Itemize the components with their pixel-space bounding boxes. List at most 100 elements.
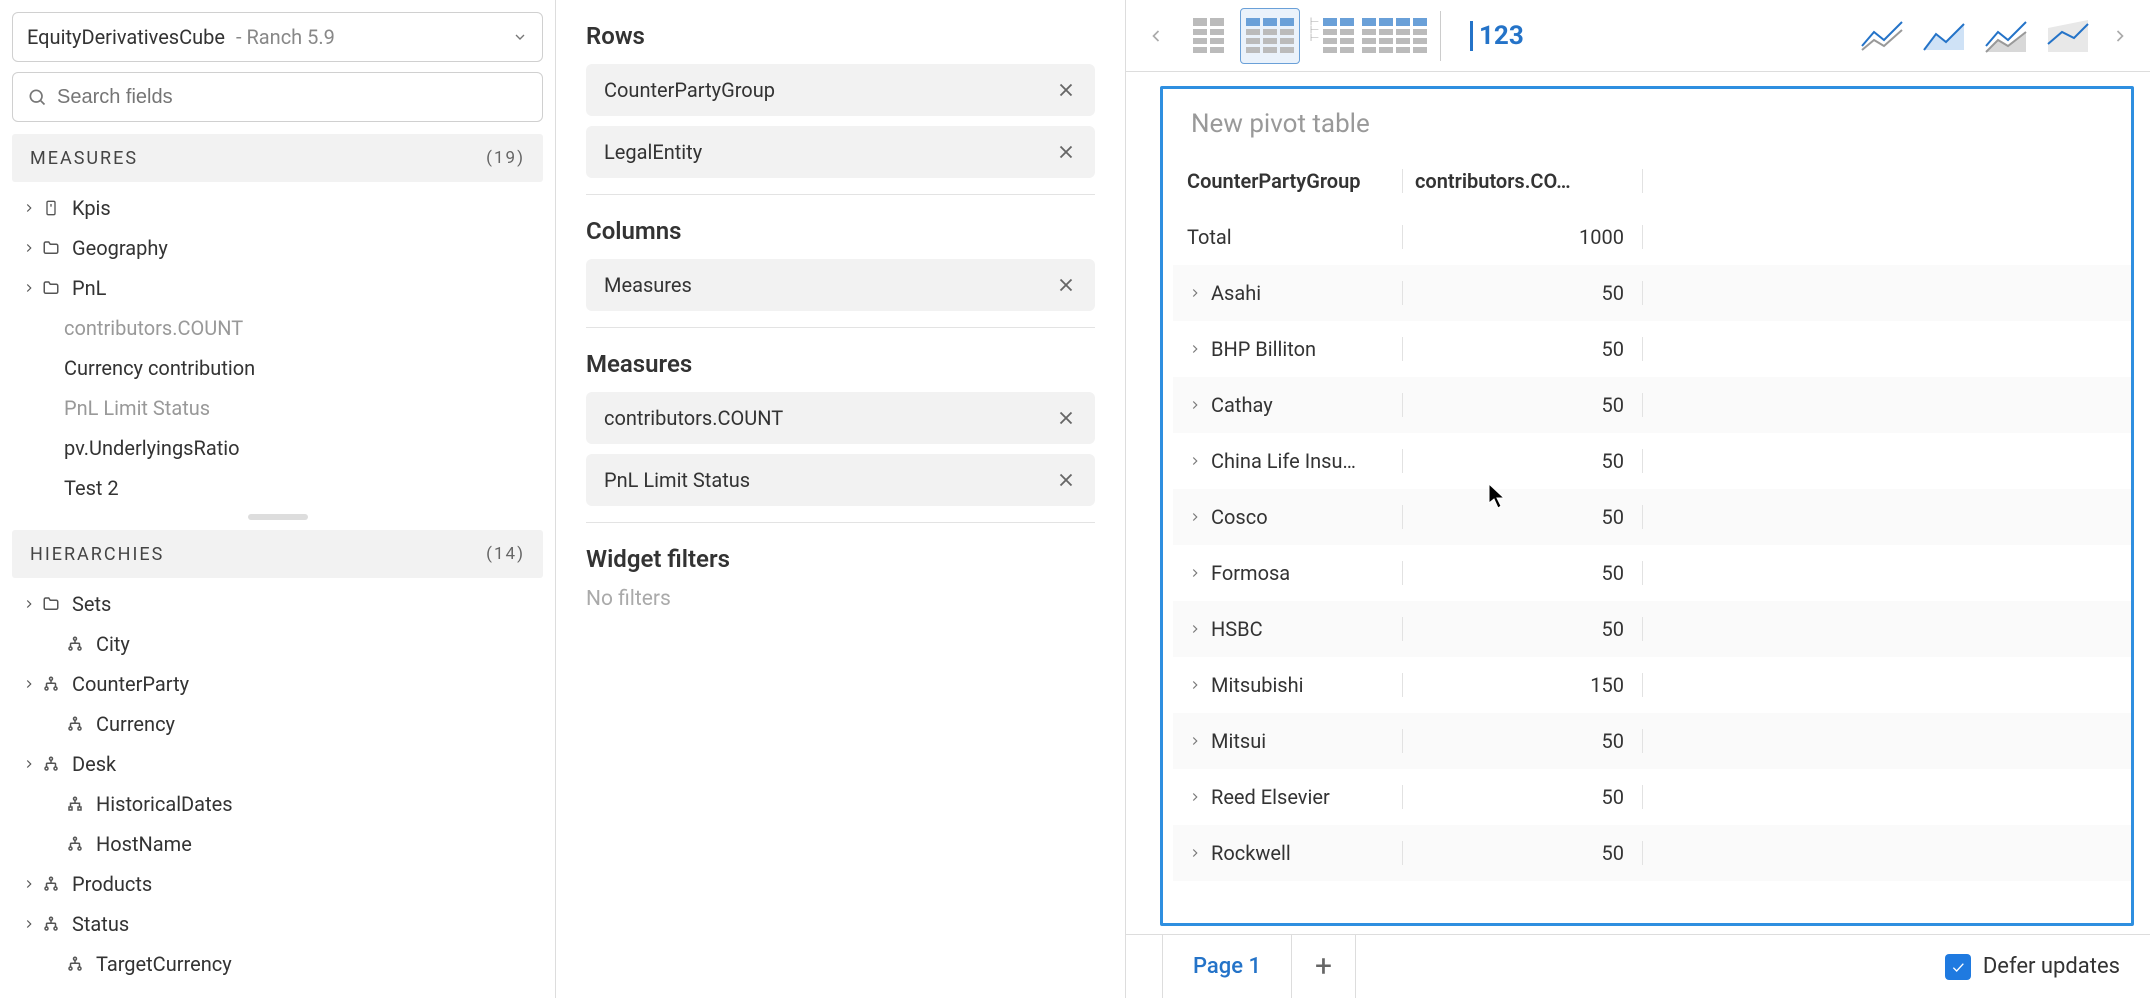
expand-row-icon[interactable] [1187,622,1203,636]
pivot-table: CounterPartyGroup contributors.CO… Total… [1163,153,2131,881]
expand-row-icon[interactable] [1187,790,1203,804]
pivot-card[interactable]: New pivot table CounterPartyGroup contri… [1160,86,2134,926]
expand-caret-icon[interactable] [22,872,40,896]
rows-chip[interactable]: CounterPartyGroup [586,64,1095,116]
pivot-data-row[interactable]: BHP Billiton50 [1173,321,2131,377]
viz-combo-chart[interactable] [2038,8,2098,64]
expand-caret-icon[interactable] [22,592,40,616]
toolbar-next[interactable] [2100,6,2140,66]
pivot-data-row[interactable]: China Life Insu…50 [1173,433,2131,489]
pivot-data-row[interactable]: Cosco50 [1173,489,2131,545]
remove-chip-icon[interactable] [1055,274,1077,296]
remove-chip-icon[interactable] [1055,141,1077,163]
tree-item[interactable]: Test 2 [16,468,543,508]
viz-plain-table[interactable] [1178,8,1238,64]
remove-chip-icon[interactable] [1055,407,1077,429]
expand-row-icon[interactable] [1187,398,1203,412]
measures-chip[interactable]: PnL Limit Status [586,454,1095,506]
folder-icon [40,595,62,613]
expand-row-icon[interactable] [1187,566,1203,580]
pivot-data-row[interactable]: Formosa50 [1173,545,2131,601]
expand-caret-icon[interactable] [22,276,40,300]
viz-stacked-area[interactable] [1976,8,2036,64]
pivot-header-col1[interactable]: CounterPartyGroup [1173,169,1403,193]
expand-caret-icon[interactable] [22,752,40,776]
pivot-data-row[interactable]: Asahi50 [1173,265,2131,321]
kpi-123-label: 123 [1470,21,1524,51]
tree-item-label: PnL Limit Status [64,396,210,420]
remove-chip-icon[interactable] [1055,469,1077,491]
remove-chip-icon[interactable] [1055,79,1077,101]
tree-item[interactable]: City [16,624,543,664]
pivot-data-row[interactable]: Rockwell50 [1173,825,2131,881]
pivot-row-label-cell: Formosa [1173,561,1403,585]
tree-item[interactable]: Sets [16,584,543,624]
search-input[interactable] [57,86,528,109]
tree-item[interactable]: Kpis [16,188,543,228]
header-table-icon [1362,18,1427,53]
search-fields[interactable] [12,72,543,122]
expand-row-icon[interactable] [1187,342,1203,356]
chevron-right-icon [2110,26,2130,46]
add-page-button[interactable]: + [1292,935,1356,998]
rows-chip[interactable]: LegalEntity [586,126,1095,178]
viz-area-chart[interactable] [1914,8,1974,64]
pivot-header-col2[interactable]: contributors.CO… [1403,169,1643,193]
measures-chip[interactable]: contributors.COUNT [586,392,1095,444]
viz-kpi[interactable]: 123 [1457,8,1537,64]
expand-caret-icon[interactable] [22,236,40,260]
expand-row-icon[interactable] [1187,678,1203,692]
pivot-data-row[interactable]: HSBC50 [1173,601,2131,657]
pivot-data-row[interactable]: Cathay50 [1173,377,2131,433]
pivot-row-label: Reed Elsevier [1211,785,1330,809]
tree-item[interactable]: Currency contribution [16,348,543,388]
tree-item[interactable]: Currency [16,704,543,744]
tree-item[interactable]: PnL [16,268,543,308]
pivot-data-row[interactable]: Mitsubishi150 [1173,657,2131,713]
tree-item[interactable]: HistoricalDates [16,784,543,824]
rows-zone[interactable]: CounterPartyGroup LegalEntity [586,64,1095,178]
viz-header-table[interactable] [1364,8,1424,64]
pivot-total-row[interactable]: Total 1000 [1173,209,2131,265]
pivot-data-row[interactable]: Reed Elsevier50 [1173,769,2131,825]
measures-zone[interactable]: contributors.COUNT PnL Limit Status [586,392,1095,506]
pivot-row-label: Formosa [1211,561,1290,585]
measures-section-header[interactable]: MEASURES (19) [12,134,543,182]
tree-item-label: City [96,632,130,656]
chip-label: Measures [604,273,692,297]
tree-item[interactable]: pv.UnderlyingsRatio [16,428,543,468]
tree-item[interactable]: contributors.COUNT [16,308,543,348]
columns-zone[interactable]: Measures [586,259,1095,311]
tree-item-label: Geography [72,236,168,260]
tree-item[interactable]: HostName [16,824,543,864]
columns-chip[interactable]: Measures [586,259,1095,311]
tree-item[interactable]: Desk [16,744,543,784]
expand-caret-icon[interactable] [22,196,40,220]
tree-item[interactable]: TargetCurrency [16,944,543,984]
hierarchies-section-header[interactable]: HIERARCHIES (14) [12,530,543,578]
pivot-data-row[interactable]: Mitsui50 [1173,713,2131,769]
pivot-body: Asahi50BHP Billiton50Cathay50China Life … [1173,265,2131,881]
toolbar-prev[interactable] [1136,6,1176,66]
tree-item[interactable]: Products [16,864,543,904]
cube-selector[interactable]: EquityDerivativesCube - Ranch 5.9 [12,12,543,62]
expand-row-icon[interactable] [1187,286,1203,300]
resize-handle[interactable] [248,514,308,520]
defer-updates-toggle[interactable]: Defer updates [1945,935,2150,998]
tree-item-label: Sets [72,592,111,616]
kpi-icon [40,199,62,217]
tree-item[interactable]: CounterParty [16,664,543,704]
expand-row-icon[interactable] [1187,734,1203,748]
expand-row-icon[interactable] [1187,846,1203,860]
viz-line-chart[interactable] [1852,8,1912,64]
page-tab-1[interactable]: Page 1 [1162,935,1292,998]
expand-row-icon[interactable] [1187,454,1203,468]
expand-caret-icon[interactable] [22,672,40,696]
viz-pivot-table[interactable] [1240,8,1300,64]
tree-item[interactable]: PnL Limit Status [16,388,543,428]
tree-item[interactable]: Geography [16,228,543,268]
expand-row-icon[interactable] [1187,510,1203,524]
tree-item[interactable]: Status [16,904,543,944]
expand-caret-icon[interactable] [22,912,40,936]
viz-tree-table[interactable]: ⊢⊢⊢ [1302,8,1362,64]
